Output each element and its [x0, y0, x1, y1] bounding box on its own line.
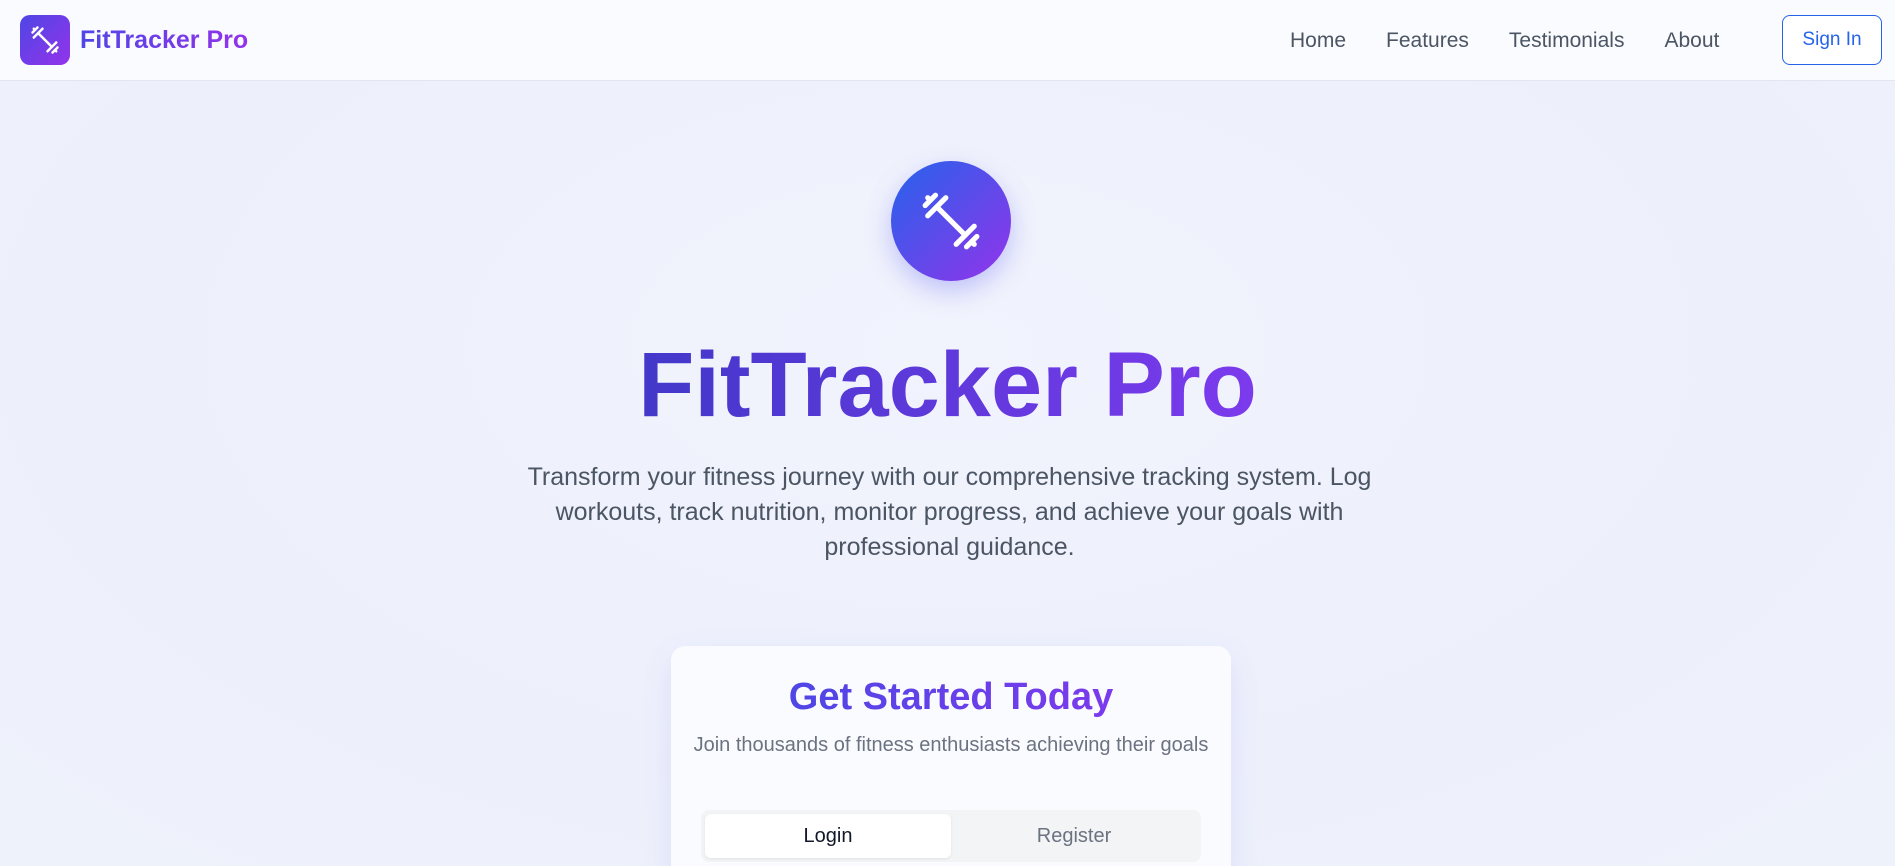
auth-tabs: Login Register [701, 810, 1201, 862]
nav-features[interactable]: Features [1386, 29, 1469, 53]
dumbbell-icon [891, 161, 1011, 281]
hero-title: FitTracker Pro [638, 334, 1257, 436]
tab-login[interactable]: Login [705, 814, 951, 858]
dumbbell-icon [20, 15, 70, 65]
brand[interactable]: FitTracker Pro [20, 15, 248, 65]
card-title: Get Started Today [788, 676, 1114, 718]
top-navbar: FitTracker Pro Home Features Testimonial… [0, 0, 1895, 81]
nav-home[interactable]: Home [1290, 29, 1346, 53]
card-subtitle: Join thousands of fitness enthusiasts ac… [693, 734, 1209, 756]
tab-register[interactable]: Register [951, 814, 1197, 858]
hero-subtitle: Transform your fitness journey with our … [527, 463, 1372, 561]
auth-card: Get Started Today Join thousands of fitn… [671, 646, 1231, 866]
nav-testimonials[interactable]: Testimonials [1509, 29, 1625, 53]
main-nav: Home Features Testimonials About [1290, 0, 1759, 81]
nav-about[interactable]: About [1664, 29, 1719, 53]
brand-name: FitTracker Pro [80, 25, 249, 54]
sign-in-button[interactable]: Sign In [1782, 15, 1882, 65]
